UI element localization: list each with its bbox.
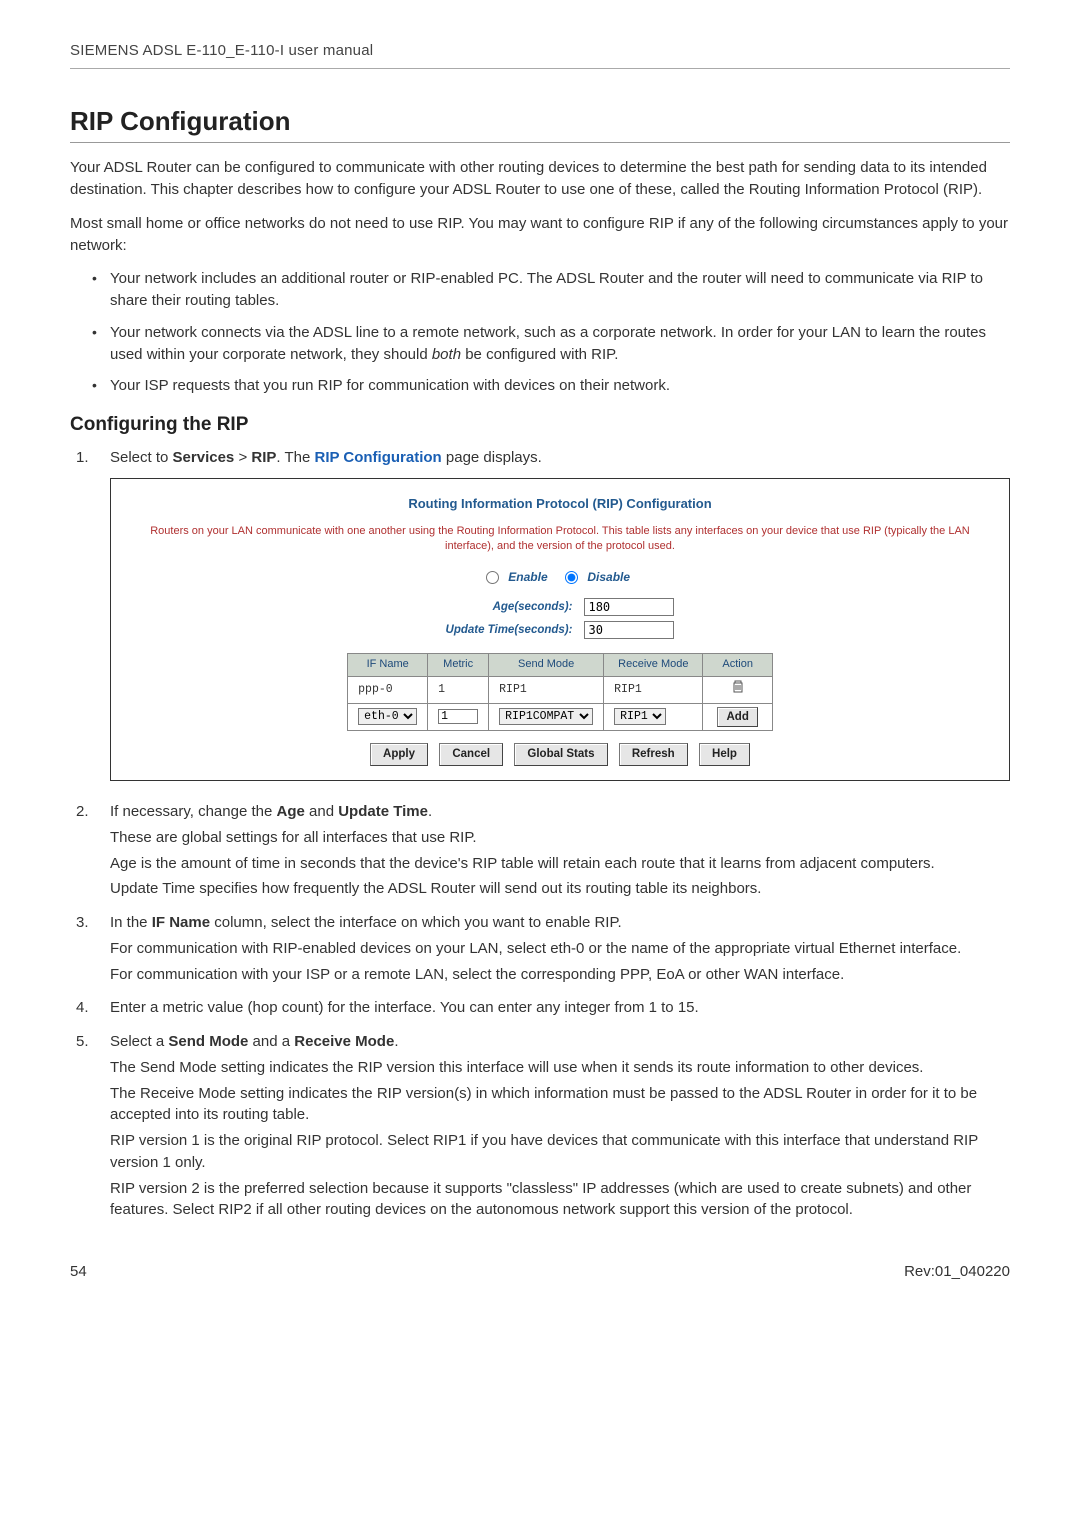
help-button[interactable]: Help <box>699 743 750 766</box>
sendmode-select[interactable]: RIP1COMPAT <box>499 708 593 725</box>
step-bold: Receive Mode <box>294 1033 394 1050</box>
button-row: Apply Cancel Global Stats Refresh Help <box>121 743 999 766</box>
cell-metric: 1 <box>428 677 489 704</box>
enable-label: Enable <box>508 570 547 584</box>
step-sub: The Send Mode setting indicates the RIP … <box>110 1057 1010 1079</box>
add-button[interactable]: Add <box>717 707 757 728</box>
enable-disable-row: Enable Disable <box>121 563 999 596</box>
step-sub: For communication with RIP-enabled devic… <box>110 938 1010 960</box>
section-title: RIP Configuration <box>70 103 1010 141</box>
step-bold: IF Name <box>152 914 210 931</box>
col-sendmode: Send Mode <box>489 654 604 677</box>
step-text: Select to <box>110 449 173 466</box>
step-text: and a <box>248 1033 294 1050</box>
disable-label: Disable <box>587 570 630 584</box>
step-bold: Update Time <box>338 803 428 820</box>
col-metric: Metric <box>428 654 489 677</box>
step-sub: RIP version 1 is the original RIP protoc… <box>110 1130 1010 1174</box>
cancel-button[interactable]: Cancel <box>439 743 503 766</box>
table-row: eth-0 RIP1COMPAT RIP1 Add <box>348 703 773 731</box>
bullet-list: Your network includes an additional rout… <box>70 268 1010 397</box>
step-bold: Services <box>173 449 235 466</box>
enable-radio[interactable] <box>486 571 499 584</box>
global-stats-button[interactable]: Global Stats <box>514 743 607 766</box>
step-bold: Send Mode <box>168 1033 248 1050</box>
intro-para-1: Your ADSL Router can be configured to co… <box>70 157 1010 201</box>
ifname-select[interactable]: eth-0 <box>358 708 417 725</box>
page-header: SIEMENS ADSL E-110_E-110-I user manual <box>70 40 1010 69</box>
subsection-title: Configuring the RIP <box>70 411 1010 439</box>
step-text: In the <box>110 914 152 931</box>
age-label: Age(seconds): <box>440 596 579 618</box>
revision-label: Rev:01_040220 <box>904 1261 1010 1283</box>
step-3: In the IF Name column, select the interf… <box>70 912 1010 985</box>
cell-metric <box>428 703 489 731</box>
step-text: . <box>394 1033 398 1050</box>
metric-input[interactable] <box>438 709 478 724</box>
cell-send: RIP1COMPAT <box>489 703 604 731</box>
table-row: ppp-0 1 RIP1 RIP1 <box>348 677 773 704</box>
update-time-label: Update Time(seconds): <box>440 619 579 641</box>
recvmode-select[interactable]: RIP1 <box>614 708 666 725</box>
step-list: Select to Services > RIP. The RIP Config… <box>70 447 1010 1221</box>
step-bold: Age <box>277 803 305 820</box>
step-text: Select a <box>110 1033 168 1050</box>
page-link: RIP Configuration <box>315 449 442 466</box>
step-text: . The <box>276 449 314 466</box>
step-2: If necessary, change the Age and Update … <box>70 801 1010 900</box>
step-text: page displays. <box>442 449 542 466</box>
step-4: Enter a metric value (hop count) for the… <box>70 997 1010 1019</box>
step-sub: For communication with your ISP or a rem… <box>110 964 1010 986</box>
intro-para-2: Most small home or office networks do no… <box>70 213 1010 257</box>
cell-ifname: eth-0 <box>348 703 428 731</box>
step-text: . <box>428 803 432 820</box>
rip-config-screenshot: Routing Information Protocol (RIP) Confi… <box>110 478 1010 781</box>
cell-recv: RIP1 <box>604 703 703 731</box>
disable-radio-label[interactable]: Disable <box>565 570 634 584</box>
rip-panel-title: Routing Information Protocol (RIP) Confi… <box>121 489 999 524</box>
step-sub: Update Time specifies how frequently the… <box>110 878 1010 900</box>
page-footer: 54 Rev:01_040220 <box>70 1261 1010 1283</box>
step-sub: RIP version 2 is the preferred selection… <box>110 1178 1010 1222</box>
step-sub: The Receive Mode setting indicates the R… <box>110 1083 1010 1127</box>
table-header-row: IF Name Metric Send Mode Receive Mode Ac… <box>348 654 773 677</box>
age-input[interactable] <box>584 598 674 616</box>
cell-ifname: ppp-0 <box>348 677 428 704</box>
refresh-button[interactable]: Refresh <box>619 743 688 766</box>
enable-radio-label[interactable]: Enable <box>486 570 552 584</box>
apply-button[interactable]: Apply <box>370 743 428 766</box>
cell-action: Add <box>703 703 772 731</box>
bullet-item: Your network connects via the ADSL line … <box>70 322 1010 366</box>
disable-radio[interactable] <box>565 571 578 584</box>
col-ifname: IF Name <box>348 654 428 677</box>
bullet-item: Your ISP requests that you run RIP for c… <box>70 375 1010 397</box>
update-time-input[interactable] <box>584 621 674 639</box>
rip-panel-note: Routers on your LAN communicate with one… <box>121 524 999 563</box>
step-sub: Age is the amount of time in seconds tha… <box>110 853 1010 875</box>
col-action: Action <box>703 654 772 677</box>
step-text: and <box>305 803 338 820</box>
step-text: column, select the interface on which yo… <box>210 914 622 931</box>
title-rule <box>70 142 1010 143</box>
bullet-italic: both <box>432 346 461 363</box>
step-5: Select a Send Mode and a Receive Mode. T… <box>70 1031 1010 1221</box>
time-settings: Age(seconds): Update Time(seconds): <box>440 596 681 641</box>
cell-action <box>703 677 772 704</box>
step-text: > <box>234 449 251 466</box>
rip-interfaces-table: IF Name Metric Send Mode Receive Mode Ac… <box>347 653 773 731</box>
step-text: If necessary, change the <box>110 803 277 820</box>
col-recvmode: Receive Mode <box>604 654 703 677</box>
cell-send: RIP1 <box>489 677 604 704</box>
trash-icon[interactable] <box>732 680 744 693</box>
step-bold: RIP <box>251 449 276 466</box>
cell-recv: RIP1 <box>604 677 703 704</box>
bullet-item: Your network includes an additional rout… <box>70 268 1010 312</box>
step-sub: These are global settings for all interf… <box>110 827 1010 849</box>
step-1: Select to Services > RIP. The RIP Config… <box>70 447 1010 781</box>
bullet-text: be configured with RIP. <box>461 346 618 363</box>
page-number: 54 <box>70 1261 87 1283</box>
